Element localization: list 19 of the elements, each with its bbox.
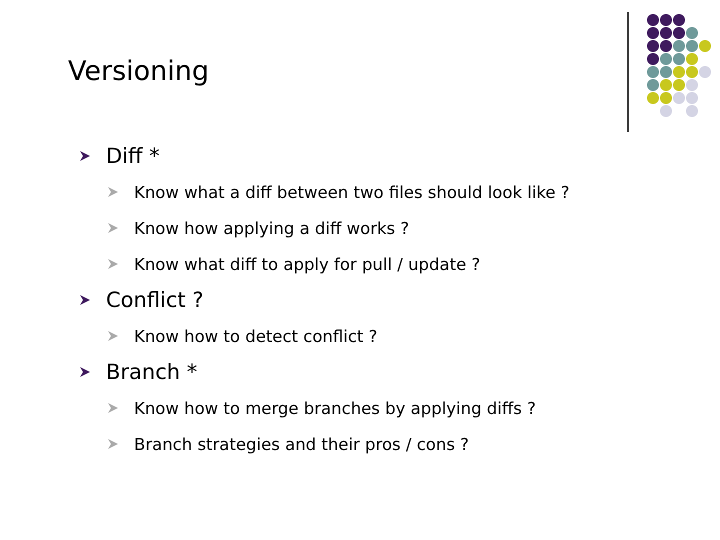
- sub-bullet-text: Know how applying a diff works ?: [134, 218, 410, 238]
- sub-bullet-text: Know how to merge branches by applying diffs ?: [134, 398, 536, 418]
- arrow-bullet-icon: [80, 151, 90, 161]
- bullet-text: Conflict ?: [106, 288, 204, 312]
- slide-title: Versioning: [68, 56, 210, 87]
- sub-bullet-text: Know how to detect conflict ?: [134, 326, 378, 346]
- bullet-text: Branch *: [106, 360, 198, 384]
- sub-bullet-text: Branch strategies and their pros / cons ?: [134, 434, 469, 454]
- arrow-bullet-icon: [108, 259, 118, 269]
- arrow-bullet-icon: [80, 367, 90, 377]
- bullet-text: Diff *: [106, 144, 160, 168]
- arrow-bullet-icon: [108, 187, 118, 197]
- arrow-bullet-icon: [108, 403, 118, 413]
- arrow-bullet-icon: [108, 331, 118, 341]
- arrow-bullet-icon: [108, 223, 118, 233]
- sub-bullet-text: Know what diff to apply for pull / update ?: [134, 254, 480, 274]
- arrow-bullet-icon: [108, 439, 118, 449]
- sub-bullet-text: Know what a diff between two files should look like ?: [134, 182, 570, 202]
- arrow-bullet-icon: [80, 295, 90, 305]
